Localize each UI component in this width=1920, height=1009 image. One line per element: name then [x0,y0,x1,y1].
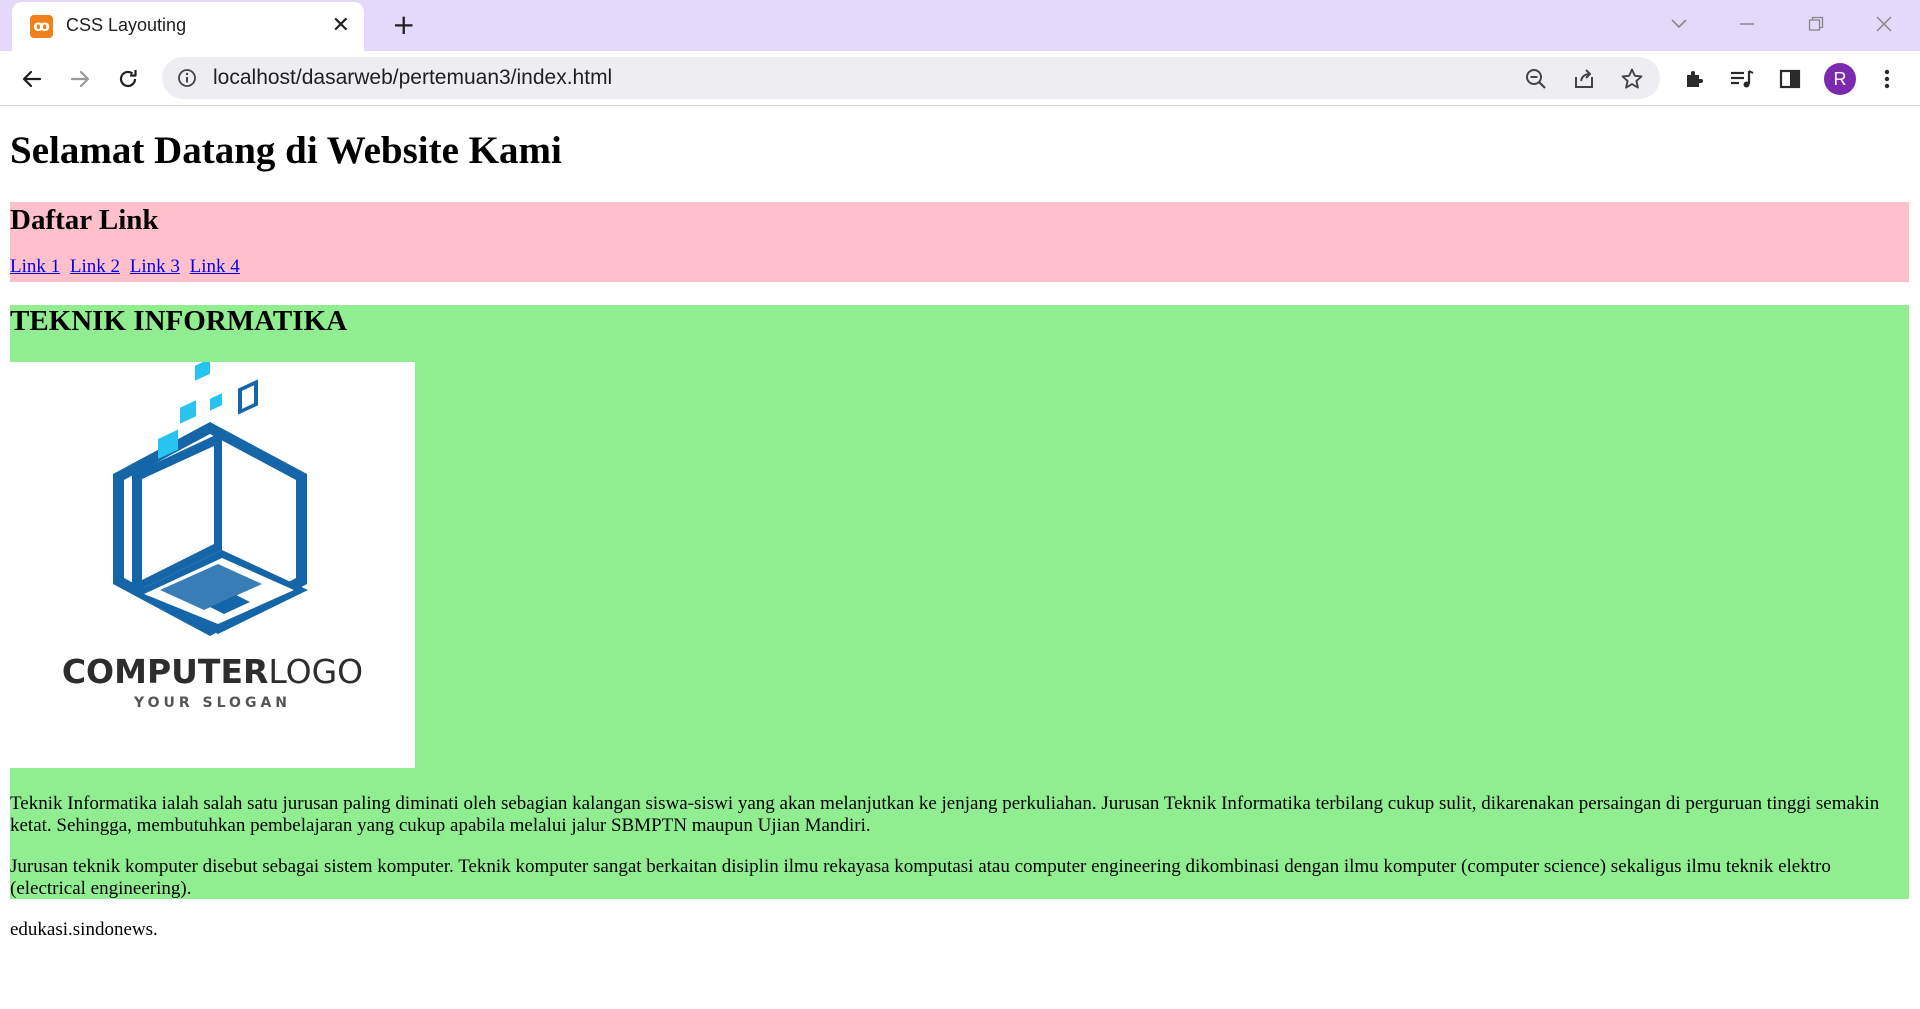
link-4[interactable]: Link 4 [190,256,240,277]
laptop-hexagon-icon [113,362,308,636]
browser-tab[interactable]: ꝏ CSS Layouting ✕ [12,2,364,51]
source-text: edukasi.sindonews. [10,919,158,940]
tab-title: CSS Layouting [66,15,187,35]
forward-arrow-icon[interactable] [62,61,98,97]
restore-icon[interactable] [1796,10,1836,38]
paragraph-1: Teknik Informatika ialah salah satu juru… [10,793,1880,836]
page-viewport: Selamat Datang di Website Kami Daftar Li… [0,106,1920,1009]
zoom-out-icon[interactable] [1523,66,1549,92]
paragraph-2: Jurusan teknik komputer disebut sebagai … [10,856,1831,899]
logo-word-light: LOGO [268,652,364,691]
minimize-icon[interactable] [1727,10,1767,38]
link-list-section: Daftar Link Link 1 Link 2 Link 3 Link 4 [10,202,1909,282]
address-bar[interactable]: localhost/dasarweb/pertemuan3/index.html [162,57,1660,99]
extensions-puzzle-icon[interactable] [1680,64,1710,94]
url-text[interactable]: localhost/dasarweb/pertemuan3/index.html [213,66,612,90]
browser-toolbar: localhost/dasarweb/pertemuan3/index.html… [0,51,1920,106]
page-heading: Selamat Datang di Website Kami [10,129,562,172]
media-queue-icon[interactable] [1727,64,1757,94]
share-icon[interactable] [1571,66,1597,92]
tab-search-chevron-icon[interactable] [1659,10,1699,38]
side-panel-icon[interactable] [1775,64,1805,94]
tab-close-icon[interactable]: ✕ [332,13,350,39]
xampp-favicon-icon: ꝏ [30,15,53,38]
reload-icon[interactable] [110,61,146,97]
bookmark-star-icon[interactable] [1619,66,1645,92]
link-row: Link 1 Link 2 Link 3 Link 4 [10,256,245,278]
logo-slogan: YOUR SLOGAN [133,695,291,711]
teknik-informatika-section: TEKNIK INFORMATIKA COMPUTERLOGO YOUR SLO… [10,305,1909,899]
link-list-heading: Daftar Link [10,204,159,236]
link-2[interactable]: Link 2 [70,256,120,277]
close-window-icon[interactable] [1864,10,1904,38]
logo-wordmark: COMPUTERLOGO [10,652,415,691]
back-arrow-icon[interactable] [14,61,50,97]
link-3[interactable]: Link 3 [130,256,180,277]
site-info-icon[interactable] [176,67,198,89]
new-tab-icon[interactable]: + [392,9,415,41]
section-heading: TEKNIK INFORMATIKA [10,305,348,337]
kebab-menu-icon[interactable] [1872,64,1902,94]
logo-word-bold: COMPUTER [61,652,269,691]
tab-strip: ꝏ CSS Layouting ✕ + [0,0,1920,51]
computer-logo-image: COMPUTERLOGO YOUR SLOGAN [10,362,415,768]
link-1[interactable]: Link 1 [10,256,60,277]
profile-avatar[interactable]: R [1824,63,1856,95]
